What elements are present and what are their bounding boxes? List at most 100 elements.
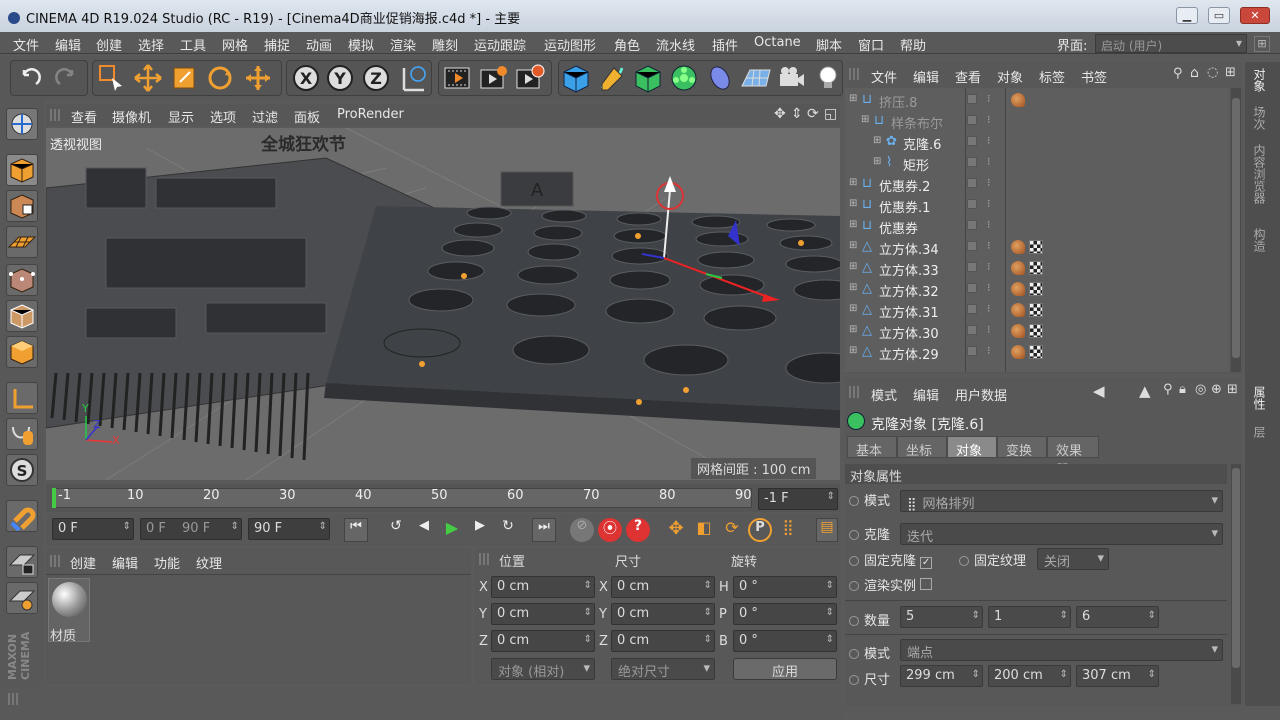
visibility-flag-icon[interactable] [967, 157, 977, 167]
visibility-flag-icon[interactable] [967, 304, 977, 314]
material-menu-create[interactable]: 创建 [70, 553, 96, 572]
render-picture-viewer-icon[interactable] [478, 62, 510, 94]
size-x-field[interactable]: 0 cm [611, 576, 715, 598]
object-row[interactable]: ⊞ ⊔ 优惠券.1 ⁝ [845, 195, 1229, 216]
viewport-maximize-icon[interactable]: ◱ [824, 106, 837, 122]
light-icon[interactable] [812, 62, 844, 94]
viewport-menu-filter[interactable]: 过滤 [252, 107, 278, 126]
anim-radio-icon[interactable] [959, 556, 969, 566]
timeline-playhead[interactable] [52, 488, 56, 508]
material-menu-texture[interactable]: 纹理 [196, 553, 222, 572]
viewport-menu-view[interactable]: 查看 [71, 107, 97, 126]
material-swatch[interactable]: 材质 [48, 578, 90, 644]
menu-motion-tracking[interactable]: 运动跟踪 [474, 35, 526, 54]
material-menu-edit[interactable]: 编辑 [112, 553, 138, 572]
goto-start-icon[interactable]: ⏮ [344, 518, 368, 542]
record-disabled-icon[interactable]: ⊘ [570, 518, 594, 542]
visibility-flag-icon[interactable] [967, 199, 977, 209]
rotation-b-field[interactable]: 0 ° [733, 630, 837, 652]
phong-tag-icon[interactable] [1011, 345, 1025, 359]
render-flag-icon[interactable]: ⁝ [987, 155, 991, 168]
drag-handle-icon[interactable] [50, 109, 62, 121]
coord-mode-select[interactable]: 对象 (相对) [491, 658, 595, 680]
visibility-flag-icon[interactable] [967, 136, 977, 146]
search-icon[interactable]: ⚲ [1163, 382, 1173, 397]
render-flag-icon[interactable]: ⁝ [987, 260, 991, 273]
x-axis-lock-icon[interactable]: X [290, 62, 322, 94]
prev-key-icon[interactable]: ↺ [384, 518, 408, 542]
menu-plugins[interactable]: 插件 [712, 35, 738, 54]
anim-radio-icon[interactable] [849, 649, 859, 659]
drag-handle-icon[interactable] [479, 553, 491, 565]
recent-tool-icon[interactable] [242, 62, 274, 94]
collapse-icon[interactable]: ◌ [1207, 65, 1218, 80]
size-y-field[interactable]: 0 cm [611, 603, 715, 625]
side-tab-content-browser[interactable]: 内容浏览器 [1251, 144, 1268, 204]
auto-key-icon[interactable]: ⦿ [598, 518, 622, 542]
phong-tag-icon[interactable] [1011, 261, 1025, 275]
magnet-icon[interactable] [6, 500, 38, 532]
object-menu-edit[interactable]: 编辑 [913, 67, 939, 86]
render-flag-icon[interactable]: ⁝ [987, 239, 991, 252]
end-frame-field[interactable]: 90 F [248, 518, 330, 540]
rotation-p-field[interactable]: 0 ° [733, 603, 837, 625]
render-flag-icon[interactable]: ⁝ [987, 218, 991, 231]
axis-mode-icon[interactable] [6, 382, 38, 414]
position-x-field[interactable]: 0 cm [491, 576, 595, 598]
up-arrow-icon[interactable]: ▲ [1139, 382, 1151, 400]
menu-render[interactable]: 渲染 [390, 35, 416, 54]
tab-effectors[interactable]: 效果器 [1047, 436, 1099, 478]
make-editable-icon[interactable] [6, 108, 38, 140]
attr-menu-userdata[interactable]: 用户数据 [955, 385, 1007, 404]
texture-mode-icon[interactable] [6, 190, 38, 222]
object-row[interactable]: ⊞ ✿ 克隆.6 ⁝ [845, 132, 1229, 153]
deformer-icon[interactable] [704, 62, 736, 94]
viewport-menu-options[interactable]: 选项 [210, 107, 236, 126]
new-panel-icon[interactable]: ⊞ [1225, 65, 1236, 80]
object-row[interactable]: ⊞ △ 立方体.30 ⁝ [845, 321, 1229, 342]
side-tab-structure[interactable]: 构造 [1251, 228, 1268, 252]
z-axis-lock-icon[interactable]: Z [360, 62, 392, 94]
object-menu-tags[interactable]: 标签 [1039, 67, 1065, 86]
menu-snap[interactable]: 捕捉 [264, 35, 290, 54]
points-mode-icon[interactable] [6, 264, 38, 296]
side-tab-attributes[interactable]: 属性 [1251, 386, 1268, 410]
render-flag-icon[interactable]: ⁝ [987, 134, 991, 147]
position-z-field[interactable]: 0 cm [491, 630, 595, 652]
count-x-field[interactable]: 5 [900, 606, 983, 628]
drag-handle-icon[interactable] [8, 693, 20, 705]
workplane-mode-icon[interactable] [6, 226, 38, 258]
phong-tag-icon[interactable] [1011, 303, 1025, 317]
count-y-field[interactable]: 1 [988, 606, 1071, 628]
viewport-menu-camera[interactable]: 摄像机 [112, 107, 151, 126]
menu-file[interactable]: 文件 [13, 35, 39, 54]
object-menu-file[interactable]: 文件 [871, 67, 897, 86]
current-frame-field[interactable]: -1 F [758, 488, 838, 510]
menu-animate[interactable]: 动画 [306, 35, 332, 54]
key-parameter-icon[interactable]: P [748, 518, 772, 542]
material-menu-function[interactable]: 功能 [154, 553, 180, 572]
object-row[interactable]: ⊞ △ 立方体.33 ⁝ [845, 258, 1229, 279]
texture-tag-icon[interactable] [1029, 282, 1043, 296]
object-list-scrollbar[interactable] [1231, 88, 1241, 372]
expand-toggle-icon[interactable]: ⊞ [849, 240, 857, 251]
clone-select[interactable]: 迭代 [900, 523, 1223, 545]
anim-radio-icon[interactable] [849, 616, 859, 626]
maximize-button[interactable]: ▭ [1208, 7, 1230, 24]
minimize-button[interactable]: ▁ [1176, 7, 1198, 24]
prev-frame-icon[interactable]: ◀ [412, 518, 436, 542]
start-frame-field[interactable]: 0 F [52, 518, 134, 540]
rotate-tool-icon[interactable] [204, 62, 236, 94]
phong-tag-icon[interactable] [1011, 282, 1025, 296]
pen-spline-icon[interactable] [596, 62, 628, 94]
rotation-h-field[interactable]: 0 ° [733, 576, 837, 598]
fix-clone-checkbox[interactable]: ✓ [920, 557, 933, 569]
texture-tag-icon[interactable] [1029, 324, 1043, 338]
render-flag-icon[interactable]: ⁝ [987, 197, 991, 210]
object-row[interactable]: ⊞ ⊔ 优惠券.2 ⁝ [845, 174, 1229, 195]
visibility-flag-icon[interactable] [967, 178, 977, 188]
texture-tag-icon[interactable] [1029, 303, 1043, 317]
cloner-icon[interactable] [668, 62, 700, 94]
anim-radio-icon[interactable] [849, 496, 859, 506]
object-row[interactable]: ⊞ ⊔ 优惠券 ⁝ [845, 216, 1229, 237]
